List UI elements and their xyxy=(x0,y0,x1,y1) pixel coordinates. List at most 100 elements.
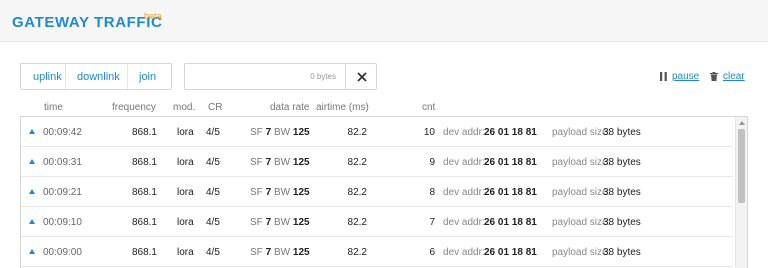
clear-label: clear xyxy=(723,71,745,82)
uplink-arrow-icon xyxy=(29,219,35,224)
row-airtime: 82.2 xyxy=(347,217,367,228)
row-data-rate-sf: SF 7 xyxy=(250,127,272,138)
row-count: 8 xyxy=(429,187,435,198)
clear-filter-button[interactable] xyxy=(345,64,377,89)
traffic-row[interactable]: 00:09:00 868.1 lora 4/5 SF 7 BW 125 82.2… xyxy=(21,237,733,267)
row-airtime: 82.2 xyxy=(347,127,367,138)
traffic-row[interactable]: 00:09:21 868.1 lora 4/5 SF 7 BW 125 82.2… xyxy=(21,177,733,207)
row-coding-rate: 4/5 xyxy=(206,217,220,228)
traffic-table: 00:09:42 868.1 lora 4/5 SF 7 BW 125 82.2… xyxy=(20,116,748,268)
filter-divider xyxy=(127,64,128,89)
row-frequency: 868.1 xyxy=(131,217,157,228)
row-airtime: 82.2 xyxy=(347,247,367,258)
row-dev-addr: 26 01 18 81 xyxy=(484,247,537,258)
row-data-rate-sf: SF 7 xyxy=(250,247,272,258)
row-payload-label: payload size: xyxy=(552,217,611,228)
beta-badge: beta xyxy=(144,11,162,21)
row-payload-label: payload size: xyxy=(552,157,611,168)
row-time: 00:09:10 xyxy=(43,217,82,228)
row-coding-rate: 4/5 xyxy=(206,127,220,138)
filter-join-button[interactable]: join xyxy=(139,64,156,89)
uplink-arrow-icon xyxy=(29,159,35,164)
filter-uplink-button[interactable]: uplink xyxy=(33,64,62,89)
row-frequency: 868.1 xyxy=(131,247,157,258)
row-dev-addr-label: dev addr: xyxy=(443,217,485,228)
row-modulation: lora xyxy=(177,157,194,168)
row-dev-addr: 26 01 18 81 xyxy=(484,157,537,168)
clear-button[interactable]: clear xyxy=(710,71,745,82)
column-header-time: time xyxy=(44,102,63,113)
traffic-row[interactable]: 00:09:42 868.1 lora 4/5 SF 7 BW 125 82.2… xyxy=(21,117,733,147)
row-airtime: 82.2 xyxy=(347,157,367,168)
row-coding-rate: 4/5 xyxy=(206,157,220,168)
row-count: 6 xyxy=(429,247,435,258)
row-payload-size: 38 bytes xyxy=(603,247,641,258)
trash-icon xyxy=(710,72,718,81)
column-header-data-rate: data rate xyxy=(270,102,310,113)
column-header-cnt: cnt xyxy=(422,102,436,113)
page-header: GATEWAY TRAFFIC beta xyxy=(0,0,768,42)
column-header-frequency: frequency xyxy=(112,102,156,113)
row-count: 10 xyxy=(423,127,435,138)
traffic-row[interactable]: 00:09:10 868.1 lora 4/5 SF 7 BW 125 82.2… xyxy=(21,207,733,237)
page-title: GATEWAY TRAFFIC xyxy=(12,14,163,31)
row-payload-size: 38 bytes xyxy=(603,157,641,168)
row-dev-addr-label: dev addr: xyxy=(443,157,485,168)
traffic-row[interactable]: 00:09:31 868.1 lora 4/5 SF 7 BW 125 82.2… xyxy=(21,147,733,177)
row-airtime: 82.2 xyxy=(347,187,367,198)
row-payload-label: payload size: xyxy=(552,127,611,138)
pause-button[interactable]: pause xyxy=(660,71,699,82)
row-coding-rate: 4/5 xyxy=(206,187,220,198)
filter-divider xyxy=(65,64,66,89)
row-data-rate-sf: SF 7 xyxy=(250,157,272,168)
column-header-airtime: airtime (ms) xyxy=(316,102,369,113)
row-payload-size: 38 bytes xyxy=(603,127,641,138)
filter-downlink-button[interactable]: downlink xyxy=(77,64,120,89)
column-header-cr: CR xyxy=(208,102,223,113)
uplink-arrow-icon xyxy=(29,249,35,254)
row-dev-addr-label: dev addr: xyxy=(443,187,485,198)
row-data-rate-bw: BW 125 xyxy=(274,157,310,168)
pause-label: pause xyxy=(672,71,700,82)
row-data-rate-bw: BW 125 xyxy=(274,217,310,228)
scroll-up-arrow-icon[interactable] xyxy=(739,121,745,125)
row-data-rate-sf: SF 7 xyxy=(250,187,272,198)
row-count: 7 xyxy=(429,217,435,228)
row-payload-label: payload size: xyxy=(552,247,611,258)
row-modulation: lora xyxy=(177,247,194,258)
vertical-scrollbar[interactable] xyxy=(735,117,747,268)
uplink-arrow-icon xyxy=(29,129,35,134)
payload-filter: 0 bytes xyxy=(184,63,377,90)
row-time: 00:09:42 xyxy=(43,127,82,138)
row-payload-label: payload size: xyxy=(552,187,611,198)
row-modulation: lora xyxy=(177,217,194,228)
row-modulation: lora xyxy=(177,127,194,138)
row-count: 9 xyxy=(429,157,435,168)
row-time: 00:09:21 xyxy=(43,187,82,198)
row-dev-addr: 26 01 18 81 xyxy=(484,187,537,198)
row-frequency: 868.1 xyxy=(131,187,157,198)
pause-icon xyxy=(660,72,667,81)
row-data-rate-bw: BW 125 xyxy=(274,187,310,198)
row-time: 00:09:00 xyxy=(43,247,82,258)
row-dev-addr: 26 01 18 81 xyxy=(484,127,537,138)
byte-count-hint: 0 bytes xyxy=(310,72,336,81)
row-frequency: 868.1 xyxy=(131,157,157,168)
row-dev-addr: 26 01 18 81 xyxy=(484,217,537,228)
row-time: 00:09:31 xyxy=(43,157,82,168)
row-dev-addr-label: dev addr: xyxy=(443,127,485,138)
close-icon xyxy=(356,71,367,82)
row-data-rate-sf: SF 7 xyxy=(250,217,272,228)
column-header-mod: mod. xyxy=(173,102,196,113)
row-payload-size: 38 bytes xyxy=(603,217,641,228)
row-payload-size: 38 bytes xyxy=(603,187,641,198)
uplink-arrow-icon xyxy=(29,189,35,194)
scrollbar-thumb[interactable] xyxy=(738,129,745,203)
row-frequency: 868.1 xyxy=(131,127,157,138)
direction-filter-group: uplink downlink join xyxy=(20,63,172,90)
row-data-rate-bw: BW 125 xyxy=(274,247,310,258)
row-coding-rate: 4/5 xyxy=(206,247,220,258)
row-modulation: lora xyxy=(177,187,194,198)
row-data-rate-bw: BW 125 xyxy=(274,127,310,138)
row-dev-addr-label: dev addr: xyxy=(443,247,485,258)
